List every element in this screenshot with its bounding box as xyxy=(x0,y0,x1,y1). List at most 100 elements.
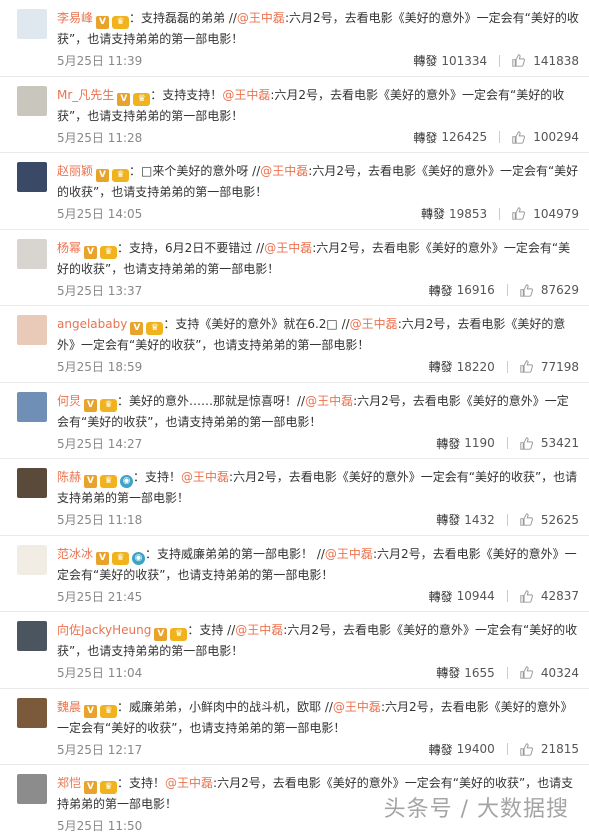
like-count: 21815 xyxy=(540,742,579,756)
like-count: 77198 xyxy=(540,359,579,374)
avatar[interactable] xyxy=(17,85,47,116)
mention-link[interactable]: @王中磊 xyxy=(222,88,270,102)
timestamp[interactable]: 5月25日 13:37 xyxy=(57,282,142,299)
timestamp[interactable]: 5月25日 11:18 xyxy=(57,511,142,528)
vip-crown-icon: ♛ xyxy=(112,16,130,29)
comment-text: 魏晨 V ♛ ：威廉弟弟，小鲜肉中的战斗机，欧耶 //@王中磊:六月2号，去看电影《美… xyxy=(57,697,579,738)
username-link[interactable]: 赵丽颖 xyxy=(57,164,93,178)
comment-prefix: ：支持！ xyxy=(117,776,166,790)
mention-link[interactable]: @王中磊 xyxy=(237,11,285,25)
mention-link[interactable]: @王中磊 xyxy=(305,394,353,408)
avatar[interactable] xyxy=(17,391,47,422)
repost-label[interactable]: 轉發 xyxy=(436,511,460,528)
comment-prefix: ：支持！ xyxy=(133,470,182,484)
comment-item: 李易峰 V ♛ ：支持磊磊的弟弟 //@王中磊:六月2号，去看电影《美好的意外》一定会… xyxy=(0,0,589,77)
timestamp[interactable]: 5月25日 11:28 xyxy=(57,129,142,146)
repost-count: 16916 xyxy=(456,283,495,297)
avatar[interactable] xyxy=(17,162,47,192)
repost-label[interactable]: 轉發 xyxy=(436,664,460,681)
avatar[interactable] xyxy=(17,544,47,575)
username-link[interactable]: 李易峰 xyxy=(57,11,93,25)
timestamp[interactable]: 5月25日 11:04 xyxy=(57,664,142,681)
verified-badge-icon: V xyxy=(84,475,98,488)
divider xyxy=(506,437,508,449)
username-link[interactable]: 陈赫 xyxy=(57,470,81,484)
mention-link[interactable]: @王中磊 xyxy=(235,623,283,637)
like-thumb-icon[interactable] xyxy=(520,666,533,679)
like-thumb-icon[interactable] xyxy=(520,589,533,603)
mention-link[interactable]: @王中磊 xyxy=(260,164,308,178)
comment-text: 杨幂 V ♛ ：支持，6月2日不要错过 //@王中磊:六月2号，去看电影《美好的意外》… xyxy=(57,238,579,279)
username-link[interactable]: 向佐JackyHeung xyxy=(57,623,151,637)
like-thumb-icon[interactable] xyxy=(520,360,533,373)
divider xyxy=(506,513,508,526)
like-thumb-icon[interactable] xyxy=(512,54,526,67)
repost-label[interactable]: 轉發 xyxy=(429,588,453,605)
timestamp[interactable]: 5月25日 14:05 xyxy=(57,205,142,222)
avatar[interactable] xyxy=(17,238,47,269)
username-link[interactable]: 杨幂 xyxy=(57,241,81,255)
timestamp[interactable]: 5月25日 14:27 xyxy=(57,435,142,452)
divider xyxy=(499,131,501,143)
mention-link[interactable]: @王中磊 xyxy=(165,776,213,790)
divider xyxy=(506,590,508,602)
like-thumb-icon[interactable] xyxy=(520,513,533,526)
verified-badge-icon: V xyxy=(84,704,98,718)
comment-item: 范冰冰 V ♛ ◉ ：支持威廉弟弟的第一部电影！ //@王中磊:六月2号，去看电影《美好… xyxy=(0,536,589,612)
stats-bar: 轉發 126425 100294 xyxy=(413,129,579,146)
avatar[interactable] xyxy=(17,774,47,804)
verified-badge-icon: V xyxy=(96,551,110,565)
avatar[interactable] xyxy=(17,621,47,651)
mention-link[interactable]: @王中磊 xyxy=(181,470,229,484)
avatar[interactable] xyxy=(17,468,47,498)
like-thumb-icon[interactable] xyxy=(520,436,533,450)
username-link[interactable]: Mr_凡先生 xyxy=(57,88,114,102)
like-count: 100294 xyxy=(533,130,579,144)
timestamp[interactable]: 5月25日 11:39 xyxy=(57,52,142,69)
repost-label[interactable]: 轉發 xyxy=(413,129,437,146)
comment-item: 赵丽颖 V ♛ ：□来个美好的意外呀 //@王中磊:六月2号，去看电影《美好的意外》一… xyxy=(0,153,589,230)
repost-count: 126425 xyxy=(441,130,488,144)
mention-link[interactable]: @王中磊 xyxy=(264,241,312,255)
comment-prefix: ：美好的意外……那就是惊喜呀！// xyxy=(117,393,306,408)
timestamp[interactable]: 5月25日 21:45 xyxy=(57,588,142,605)
repost-count: 1432 xyxy=(464,512,495,527)
comment-item: 魏晨 V ♛ ：威廉弟弟，小鲜肉中的战斗机，欧耶 //@王中磊:六月2号，去看电影《美… xyxy=(0,689,589,765)
username-link[interactable]: 魏晨 xyxy=(57,700,81,714)
divider xyxy=(499,207,501,220)
username-link[interactable]: angelababy xyxy=(57,317,127,331)
username-link[interactable]: 郑恺 xyxy=(57,776,81,790)
like-thumb-icon[interactable] xyxy=(512,130,526,144)
like-count: 104979 xyxy=(533,206,579,221)
camera-badge-icon: ◉ xyxy=(120,475,134,488)
repost-count: 1655 xyxy=(464,665,495,680)
repost-label[interactable]: 轉發 xyxy=(429,358,453,375)
repost-label[interactable]: 轉發 xyxy=(436,435,460,452)
mention-link[interactable]: @王中磊 xyxy=(350,317,398,331)
username-link[interactable]: 范冰冰 xyxy=(57,547,93,561)
like-thumb-icon[interactable] xyxy=(520,742,533,756)
comment-text: 向佐JackyHeung V ♛ ：支持 //@王中磊:六月2号，去看电影《美好的意外… xyxy=(57,620,579,661)
timestamp[interactable]: 5月25日 18:59 xyxy=(57,358,142,375)
repost-label[interactable]: 轉發 xyxy=(421,205,445,222)
repost-label[interactable]: 轉發 xyxy=(429,282,453,299)
avatar[interactable] xyxy=(17,315,47,345)
comment-item: 何炅 V ♛ ：美好的意外……那就是惊喜呀！//@王中磊:六月2号，去看电影《美好的意… xyxy=(0,383,589,459)
like-count: 52625 xyxy=(540,512,579,527)
repost-label[interactable]: 轉發 xyxy=(413,52,437,69)
mention-link[interactable]: @王中磊 xyxy=(325,547,373,561)
avatar[interactable] xyxy=(17,9,47,39)
vip-crown-icon: ♛ xyxy=(100,704,118,718)
username-link[interactable]: 何炅 xyxy=(57,394,81,408)
like-thumb-icon[interactable] xyxy=(520,283,533,297)
timestamp[interactable]: 5月25日 11:50 xyxy=(57,817,142,834)
avatar[interactable] xyxy=(17,697,47,728)
like-count: 42837 xyxy=(540,589,579,603)
comment-prefix: ：支持，6月2日不要错过 // xyxy=(117,240,265,255)
timestamp[interactable]: 5月25日 12:17 xyxy=(57,741,142,758)
repost-label[interactable]: 轉發 xyxy=(429,741,453,758)
verified-badge-icon: V xyxy=(96,16,110,29)
like-thumb-icon[interactable] xyxy=(512,207,526,220)
mention-link[interactable]: @王中磊 xyxy=(333,700,381,714)
comment-prefix: ：支持《美好的意外》就在6.2□ // xyxy=(163,317,350,331)
